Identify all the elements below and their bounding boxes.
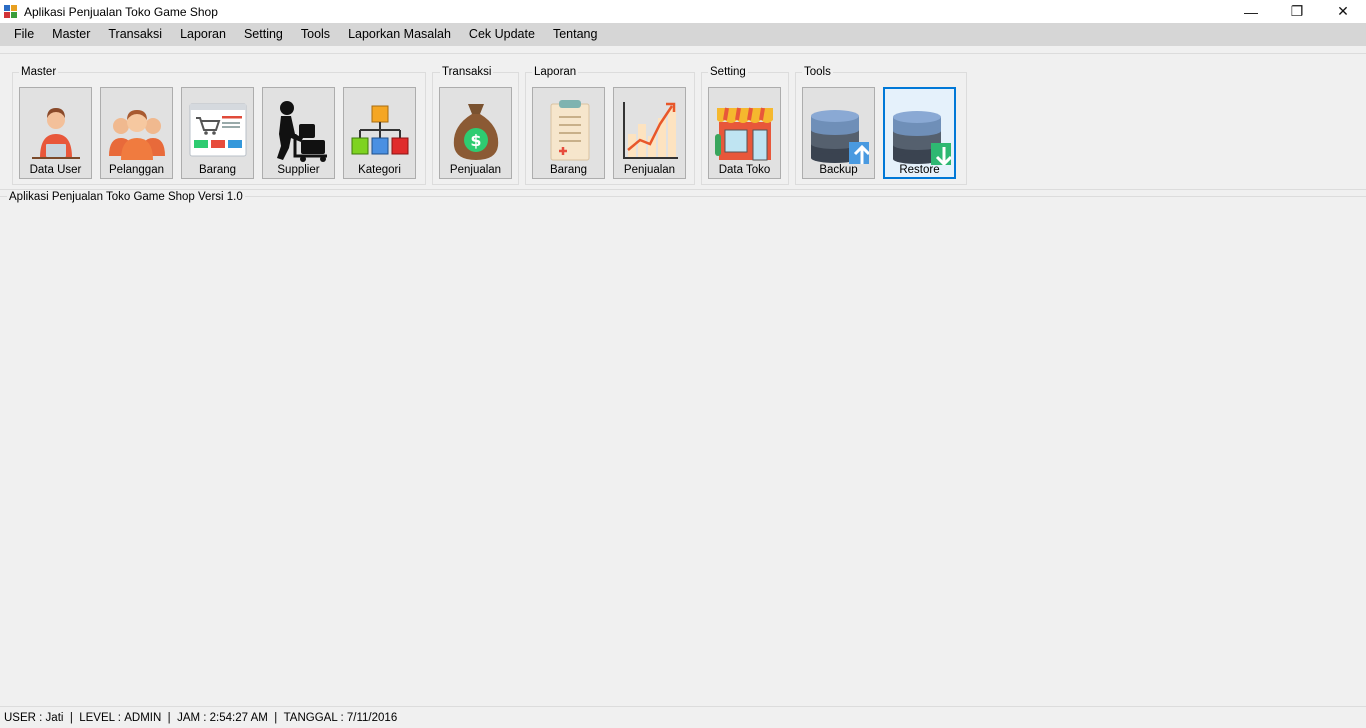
- backup-button[interactable]: Backup: [802, 87, 875, 179]
- group-label-setting: Setting: [708, 66, 748, 78]
- minimize-button[interactable]: —: [1228, 0, 1274, 23]
- database-download-icon: [893, 111, 951, 165]
- toolbar-area: Master Data User Pelanggan Barang Suppli…: [0, 53, 1366, 190]
- supplier-button[interactable]: Supplier: [262, 87, 335, 179]
- currency-symbol: $: [470, 131, 481, 150]
- menu-file[interactable]: File: [5, 23, 43, 46]
- button-label: Data User: [29, 164, 82, 176]
- button-label: Barang: [198, 164, 237, 176]
- time-label: JAM :: [177, 711, 207, 724]
- level-label: LEVEL :: [79, 711, 122, 724]
- title-bar: Aplikasi Penjualan Toko Game Shop — ❐ ✕: [0, 0, 1366, 23]
- user-label: USER :: [4, 711, 43, 724]
- database-upload-icon: [811, 110, 869, 164]
- category-tree-icon: [351, 105, 409, 155]
- barang-button[interactable]: Barang: [181, 87, 254, 179]
- button-label: Penjualan: [449, 164, 502, 176]
- user-value: Jati: [45, 711, 64, 724]
- panel-caption: Aplikasi Penjualan Toko Game Shop Versi …: [7, 191, 245, 203]
- main-panel: Aplikasi Penjualan Toko Game Shop Versi …: [0, 191, 1366, 706]
- menu-laporkan-masalah[interactable]: Laporkan Masalah: [339, 23, 460, 46]
- shopping-web-icon: [189, 103, 247, 157]
- menu-transaksi[interactable]: Transaksi: [99, 23, 171, 46]
- user-at-laptop-icon: [32, 108, 80, 159]
- sales-chart-icon: [623, 102, 678, 159]
- laporan-barang-button[interactable]: Barang: [532, 87, 605, 179]
- data-toko-button[interactable]: Data Toko: [708, 87, 781, 179]
- pelanggan-button[interactable]: Pelanggan: [100, 87, 173, 179]
- close-button[interactable]: ✕: [1320, 0, 1366, 23]
- menu-cek-update[interactable]: Cek Update: [460, 23, 544, 46]
- group-label-tools: Tools: [802, 66, 833, 78]
- group-label-transaksi: Transaksi: [440, 66, 494, 78]
- store-front-icon: [715, 107, 773, 161]
- clipboard-report-icon: [550, 100, 590, 161]
- app-icon[interactable]: [4, 4, 18, 19]
- button-label: Penjualan: [623, 164, 676, 176]
- time-value: 2:54:27 AM: [209, 711, 268, 724]
- button-label: Kategori: [358, 164, 401, 176]
- laporan-penjualan-button[interactable]: Penjualan: [613, 87, 686, 179]
- menu-bar: File Master Transaksi Laporan Setting To…: [0, 23, 1366, 46]
- button-label: Pelanggan: [109, 164, 164, 176]
- data-user-button[interactable]: Data User: [19, 87, 92, 179]
- button-label: Restore: [899, 164, 940, 176]
- penjualan-transaksi-button[interactable]: $ Penjualan: [439, 87, 512, 179]
- menu-laporan[interactable]: Laporan: [171, 23, 235, 46]
- group-label-laporan: Laporan: [532, 66, 579, 78]
- button-label: Data Toko: [718, 164, 771, 176]
- kategori-button[interactable]: Kategori: [343, 87, 416, 179]
- menu-tools[interactable]: Tools: [292, 23, 339, 46]
- customers-group-icon: [109, 110, 165, 160]
- money-bag-icon: $: [453, 104, 499, 160]
- menu-tentang[interactable]: Tentang: [544, 23, 606, 46]
- window-title: Aplikasi Penjualan Toko Game Shop: [24, 4, 218, 19]
- menu-setting[interactable]: Setting: [235, 23, 292, 46]
- level-value: ADMIN: [124, 711, 162, 724]
- button-label: Supplier: [277, 164, 320, 176]
- button-label: Backup: [819, 164, 858, 176]
- status-bar: USER : Jati | LEVEL : ADMIN | JAM : 2:54…: [0, 706, 1366, 728]
- button-label: Barang: [549, 164, 588, 176]
- restore-button[interactable]: ❐: [1274, 0, 1320, 23]
- restore-button[interactable]: Restore: [883, 87, 956, 179]
- menu-master[interactable]: Master: [43, 23, 99, 46]
- date-value: 7/11/2016: [346, 711, 398, 724]
- supplier-cart-icon: [277, 101, 327, 162]
- group-label-master: Master: [19, 66, 59, 78]
- date-label: TANGGAL :: [283, 711, 344, 724]
